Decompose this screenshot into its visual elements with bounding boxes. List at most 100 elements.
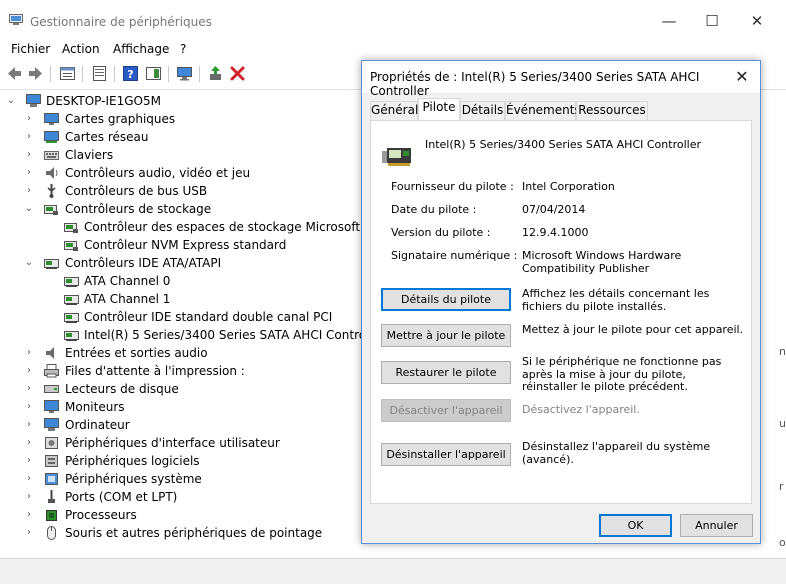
- ide-controller-icon: [64, 277, 79, 287]
- tree-item-label: Moniteurs: [65, 400, 125, 414]
- expanded-chevron-icon[interactable]: ⌄: [24, 254, 34, 272]
- rollback-driver-button[interactable]: Restaurer le pilote: [381, 361, 511, 384]
- tab-general[interactable]: Général: [370, 101, 418, 120]
- collapsed-chevron-icon[interactable]: ›: [24, 380, 34, 398]
- minimize-button[interactable]: —: [654, 8, 684, 34]
- disk-drive-icon: [44, 385, 59, 393]
- keyboard-icon: [44, 151, 59, 160]
- tab-details[interactable]: Détails: [460, 101, 505, 120]
- device-list-icon[interactable]: [91, 65, 108, 82]
- usb-icon: [47, 184, 56, 198]
- tree-item-label: Contrôleurs IDE ATA/ATAPI: [65, 256, 222, 270]
- tree-item-label: Périphériques d'interface utilisateur: [65, 436, 280, 450]
- svg-text:?: ?: [127, 68, 133, 81]
- dialog-title: Propriétés de : Intel(R) 5 Series/3400 S…: [370, 70, 700, 98]
- tree-item-label: Contrôleur des espaces de stockage Micro…: [84, 220, 361, 234]
- tree-item-label: Claviers: [65, 148, 114, 162]
- display-adapter-icon: [44, 113, 59, 125]
- driver-details-button[interactable]: Détails du pilote: [381, 288, 511, 311]
- tree-item-label: ATA Channel 0: [84, 274, 171, 288]
- maximize-button[interactable]: ☐: [697, 8, 727, 34]
- controller-card-icon: [382, 148, 411, 166]
- update-driver-desc: Mettez à jour le pilote pour cet apparei…: [522, 323, 744, 336]
- collapsed-chevron-icon[interactable]: ›: [24, 470, 34, 488]
- provider-value: Intel Corporation: [522, 180, 615, 193]
- update-driver-icon[interactable]: [207, 65, 224, 82]
- forward-arrow-icon[interactable]: [27, 65, 44, 82]
- uninstall-x-icon[interactable]: [229, 65, 246, 82]
- collapsed-chevron-icon[interactable]: ›: [24, 164, 34, 182]
- toolbar-separator: [50, 66, 51, 82]
- back-arrow-icon[interactable]: [6, 65, 23, 82]
- collapsed-chevron-icon[interactable]: ›: [24, 128, 34, 146]
- properties-dialog: Propriétés de : Intel(R) 5 Series/3400 S…: [361, 60, 761, 544]
- dialog-close-button[interactable]: ✕: [730, 65, 754, 89]
- properties-view-icon[interactable]: [59, 65, 76, 82]
- clipped-text: u: [779, 417, 786, 430]
- update-driver-button[interactable]: Mettre à jour le pilote: [381, 324, 511, 347]
- cancel-button[interactable]: Annuler: [680, 514, 753, 537]
- collapsed-chevron-icon[interactable]: ›: [24, 488, 34, 506]
- expanded-chevron-icon[interactable]: ⌄: [6, 92, 16, 110]
- toolbar-separator: [199, 66, 200, 82]
- collapsed-chevron-icon[interactable]: ›: [24, 524, 34, 542]
- collapsed-chevron-icon[interactable]: ›: [24, 506, 34, 524]
- device-manager-icon: [9, 14, 23, 25]
- collapsed-chevron-icon[interactable]: ›: [24, 344, 34, 362]
- tree-item-label: Entrées et sorties audio: [65, 346, 208, 360]
- tree-root-label: DESKTOP-IE1GO5M: [46, 94, 161, 108]
- mouse-icon: [47, 526, 56, 540]
- speaker-icon: [46, 347, 54, 359]
- rollback-driver-desc: Si le périphérique ne fonctionne pas apr…: [522, 355, 722, 393]
- action-pane-icon[interactable]: [145, 65, 162, 82]
- title-bar: Gestionnaire de périphériques — ☐ ✕: [0, 0, 786, 40]
- collapsed-chevron-icon[interactable]: ›: [24, 452, 34, 470]
- signer-label: Signataire numérique :: [391, 249, 518, 262]
- menu-affichage[interactable]: Affichage: [113, 42, 169, 56]
- tree-item-label: Lecteurs de disque: [65, 382, 179, 396]
- tree-item-label: Intel(R) 5 Series/3400 Series SATA AHCI …: [84, 328, 386, 342]
- system-device-icon: [45, 473, 58, 485]
- collapsed-chevron-icon[interactable]: ›: [24, 110, 34, 128]
- help-icon[interactable]: ?: [122, 65, 139, 82]
- expanded-chevron-icon[interactable]: ⌄: [24, 200, 34, 218]
- storage-controller-icon: [64, 241, 78, 251]
- close-button[interactable]: ✕: [742, 8, 772, 34]
- tab-evenements[interactable]: Événements: [505, 101, 581, 120]
- toolbar-separator: [168, 66, 169, 82]
- ide-controller-icon: [64, 331, 79, 341]
- ok-button[interactable]: OK: [599, 514, 672, 537]
- tab-pilote[interactable]: Pilote: [418, 98, 460, 120]
- storage-controller-icon: [44, 205, 58, 215]
- uninstall-device-button[interactable]: Désinstaller l'appareil: [381, 443, 511, 466]
- toolbar-separator: [82, 66, 83, 82]
- dialog-title-bar: Propriétés de : Intel(R) 5 Series/3400 S…: [362, 61, 760, 98]
- tree-item-label: Souris et autres périphériques de pointa…: [65, 526, 323, 540]
- collapsed-chevron-icon[interactable]: ›: [24, 434, 34, 452]
- tab-ressources[interactable]: Ressources: [576, 101, 648, 120]
- storage-controller-icon: [64, 223, 78, 233]
- ide-controller-icon: [64, 295, 79, 305]
- version-label: Version du pilote :: [391, 226, 491, 239]
- driver-tab-panel: Intel(R) 5 Series/3400 Series SATA AHCI …: [370, 120, 752, 504]
- collapsed-chevron-icon[interactable]: ›: [24, 362, 34, 380]
- menu-fichier[interactable]: Fichier: [11, 42, 50, 56]
- scan-hardware-icon[interactable]: [176, 65, 193, 82]
- tree-item-label: ATA Channel 1: [84, 292, 171, 306]
- collapsed-chevron-icon[interactable]: ›: [24, 182, 34, 200]
- tree-item-label: Cartes réseau: [65, 130, 149, 144]
- collapsed-chevron-icon[interactable]: ›: [24, 416, 34, 434]
- collapsed-chevron-icon[interactable]: ›: [24, 146, 34, 164]
- tree-item-label: Contrôleurs audio, vidéo et jeu: [65, 166, 251, 180]
- uninstall-device-desc: Désinstallez l'appareil du système (avan…: [522, 440, 711, 466]
- collapsed-chevron-icon[interactable]: ›: [24, 398, 34, 416]
- tree-item-label: Files d'attente à l'impression :: [65, 364, 245, 378]
- tree-item-label: Processeurs: [65, 508, 137, 522]
- tree-item-label: Périphériques système: [65, 472, 202, 486]
- clipped-text: o: [779, 536, 786, 549]
- clipped-text: n: [779, 345, 786, 358]
- provider-label: Fournisseur du pilote :: [391, 180, 514, 193]
- menu-help[interactable]: ?: [180, 42, 186, 56]
- ide-controller-icon: [64, 313, 79, 323]
- menu-action[interactable]: Action: [62, 42, 100, 56]
